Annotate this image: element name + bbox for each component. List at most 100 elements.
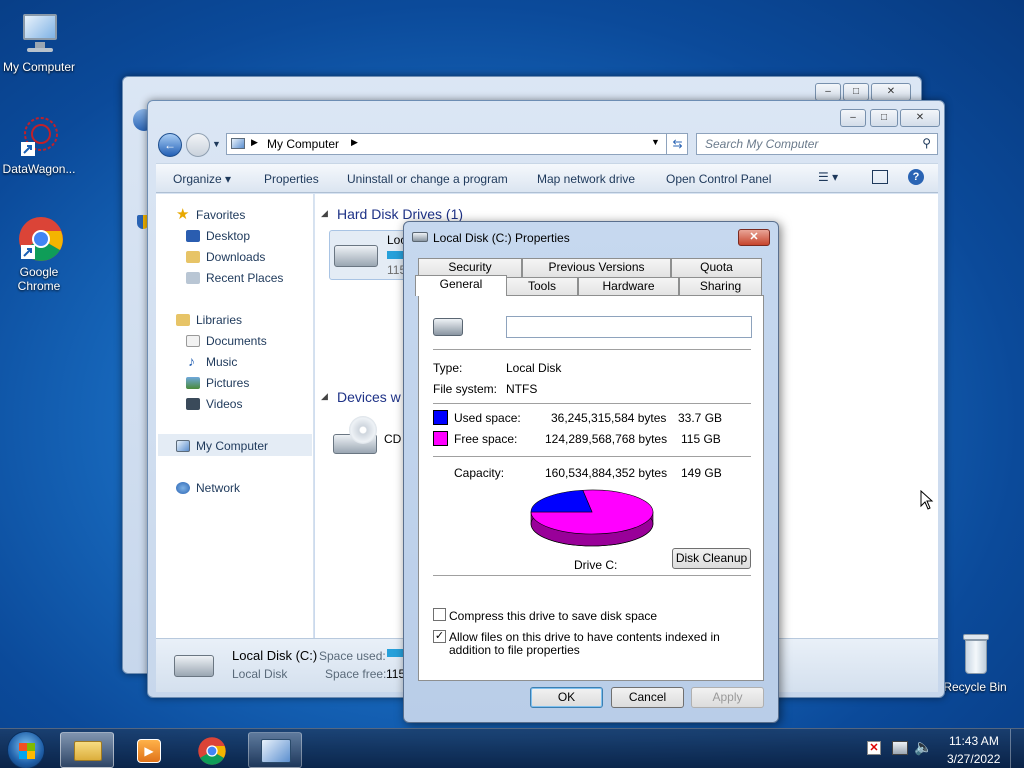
media-player-icon: ▶ [137, 739, 161, 763]
close-button[interactable]: ✕ [900, 109, 940, 127]
address-dropdown[interactable]: ▼ [651, 137, 660, 147]
nav-my-computer[interactable]: My Computer [176, 439, 268, 453]
star-icon: ★ [176, 206, 190, 223]
libraries-icon [176, 314, 190, 326]
cd-drive-tile[interactable]: CD [331, 416, 411, 464]
hard-drive-icon [412, 232, 428, 242]
minimize-button[interactable]: – [815, 83, 841, 101]
map-network-drive-button[interactable]: Map network drive [537, 172, 635, 186]
nav-network[interactable]: Network [176, 481, 240, 495]
preview-pane-icon[interactable] [872, 170, 888, 184]
pie-slice-used [530, 489, 593, 513]
close-button[interactable]: ✕ [871, 83, 911, 101]
taskbar-chrome-button[interactable] [185, 732, 239, 768]
properties-button[interactable]: Properties [264, 172, 319, 186]
desktop-icon-datawagon[interactable]: DataWagon... [0, 112, 79, 176]
nav-item-pictures[interactable]: Pictures [186, 376, 249, 390]
filesystem-value: NTFS [506, 382, 538, 396]
view-options-icon[interactable]: ☰ ▾ [818, 170, 838, 184]
nav-favorites[interactable]: ★ Favorites [176, 206, 245, 223]
dialog-title: Local Disk (C:) Properties [433, 231, 570, 245]
drive-name-input[interactable] [506, 316, 752, 338]
organize-button[interactable]: Organize ▾ [173, 172, 231, 186]
help-icon[interactable]: ? [908, 169, 924, 185]
desktop-icon-label: Recycle Bin [943, 680, 1007, 694]
volume-icon[interactable]: 🔈 [914, 738, 933, 756]
videos-icon [186, 398, 200, 410]
nav-item-music[interactable]: ♪ Music [188, 353, 237, 369]
maximize-button[interactable]: □ [843, 83, 869, 101]
minimize-button[interactable]: – [840, 109, 866, 127]
documents-icon [186, 335, 200, 347]
group-header-devices[interactable]: Devices w [337, 389, 401, 405]
taskbar-media-player-button[interactable]: ▶ [122, 732, 176, 768]
capacity-bytes: 160,534,884,352 bytes [545, 466, 668, 480]
taskbar: ▶ ✕ 🔈 11:43 AM 3/27/2022 [0, 728, 1024, 768]
chrome-icon [15, 215, 63, 263]
refresh-button[interactable]: ⇆ [666, 133, 688, 155]
group-header-hdd[interactable]: Hard Disk Drives (1) [337, 206, 463, 222]
apply-button[interactable]: Apply [691, 687, 764, 708]
command-bar: Organize ▾ Properties Uninstall or chang… [156, 163, 938, 193]
search-icon[interactable]: ⚲ [922, 136, 931, 150]
open-control-panel-button[interactable]: Open Control Panel [666, 172, 771, 186]
desktop-icon-my-computer[interactable]: My Computer [0, 10, 79, 74]
action-center-icon[interactable]: ✕ [867, 741, 881, 755]
navigation-pane: ★ Favorites Desktop Downloads Recent Plac… [156, 194, 314, 638]
chrome-icon [198, 737, 226, 765]
mouse-cursor-icon [920, 490, 934, 510]
back-button[interactable]: ← [158, 133, 182, 157]
used-bytes: 36,245,315,584 bytes [551, 411, 667, 425]
drive-label: Drive C: [574, 558, 618, 572]
properties-dialog[interactable]: Local Disk (C:) Properties ✕ Security Pr… [403, 221, 779, 723]
ok-button[interactable]: OK [530, 687, 603, 708]
desktop-icon-recycle-bin[interactable]: Recycle Bin [935, 630, 1015, 694]
clock-date[interactable]: 3/27/2022 [947, 752, 1000, 766]
downloads-icon [186, 251, 200, 263]
tab-hardware[interactable]: Hardware [578, 277, 679, 296]
free-gb: 115 GB [681, 432, 721, 446]
index-label[interactable]: Allow files on this drive to have conten… [449, 631, 755, 657]
folder-icon [74, 741, 102, 761]
tab-quota[interactable]: Quota [671, 258, 762, 277]
desktop-icon-chrome[interactable]: Google Chrome [0, 215, 79, 293]
dialog-close-button[interactable]: ✕ [738, 229, 770, 246]
nav-item-videos[interactable]: Videos [186, 397, 242, 411]
computer-icon [231, 138, 245, 149]
show-desktop-button[interactable] [1010, 729, 1024, 768]
tab-previous-versions[interactable]: Previous Versions [522, 258, 671, 277]
tab-general[interactable]: General [415, 275, 507, 296]
nav-item-desktop[interactable]: Desktop [186, 229, 250, 243]
maximize-button[interactable]: □ [870, 109, 898, 127]
disk-cleanup-button[interactable]: Disk Cleanup [672, 548, 751, 569]
taskbar-control-panel-button[interactable] [248, 732, 302, 768]
music-icon: ♪ [188, 353, 195, 369]
breadcrumb[interactable]: My Computer [267, 137, 339, 151]
nav-item-documents[interactable]: Documents [186, 334, 267, 348]
hard-drive-icon [334, 245, 378, 267]
recent-places-icon [186, 272, 200, 284]
index-checkbox[interactable]: ✓ [433, 630, 446, 643]
start-button[interactable] [7, 731, 45, 768]
uninstall-program-button[interactable]: Uninstall or change a program [347, 172, 508, 186]
clock-time[interactable]: 11:43 AM [949, 734, 999, 748]
recent-pages-dropdown[interactable]: ▼ [212, 139, 221, 149]
nav-item-downloads[interactable]: Downloads [186, 250, 265, 264]
desktop-icon-label: My Computer [2, 60, 76, 74]
tab-tools[interactable]: Tools [506, 277, 578, 296]
hard-drive-icon [433, 318, 463, 336]
general-tab-panel: Type: Local Disk File system: NTFS Used … [418, 295, 764, 681]
forward-button[interactable] [186, 133, 210, 157]
network-icon[interactable] [892, 741, 908, 755]
search-input[interactable]: Search My Computer ⚲ [696, 133, 938, 155]
compress-checkbox[interactable] [433, 608, 446, 621]
compress-label[interactable]: Compress this drive to save disk space [449, 609, 657, 623]
nav-item-recent-places[interactable]: Recent Places [186, 271, 283, 285]
taskbar-explorer-button[interactable] [60, 732, 114, 768]
network-icon [176, 482, 190, 494]
cancel-button[interactable]: Cancel [611, 687, 684, 708]
address-bar[interactable]: ▶ My Computer ▶ ▼ [226, 133, 688, 155]
nav-libraries[interactable]: Libraries [176, 313, 242, 327]
tab-sharing[interactable]: Sharing [679, 277, 762, 296]
desktop-icon-label: Google Chrome [17, 265, 61, 293]
